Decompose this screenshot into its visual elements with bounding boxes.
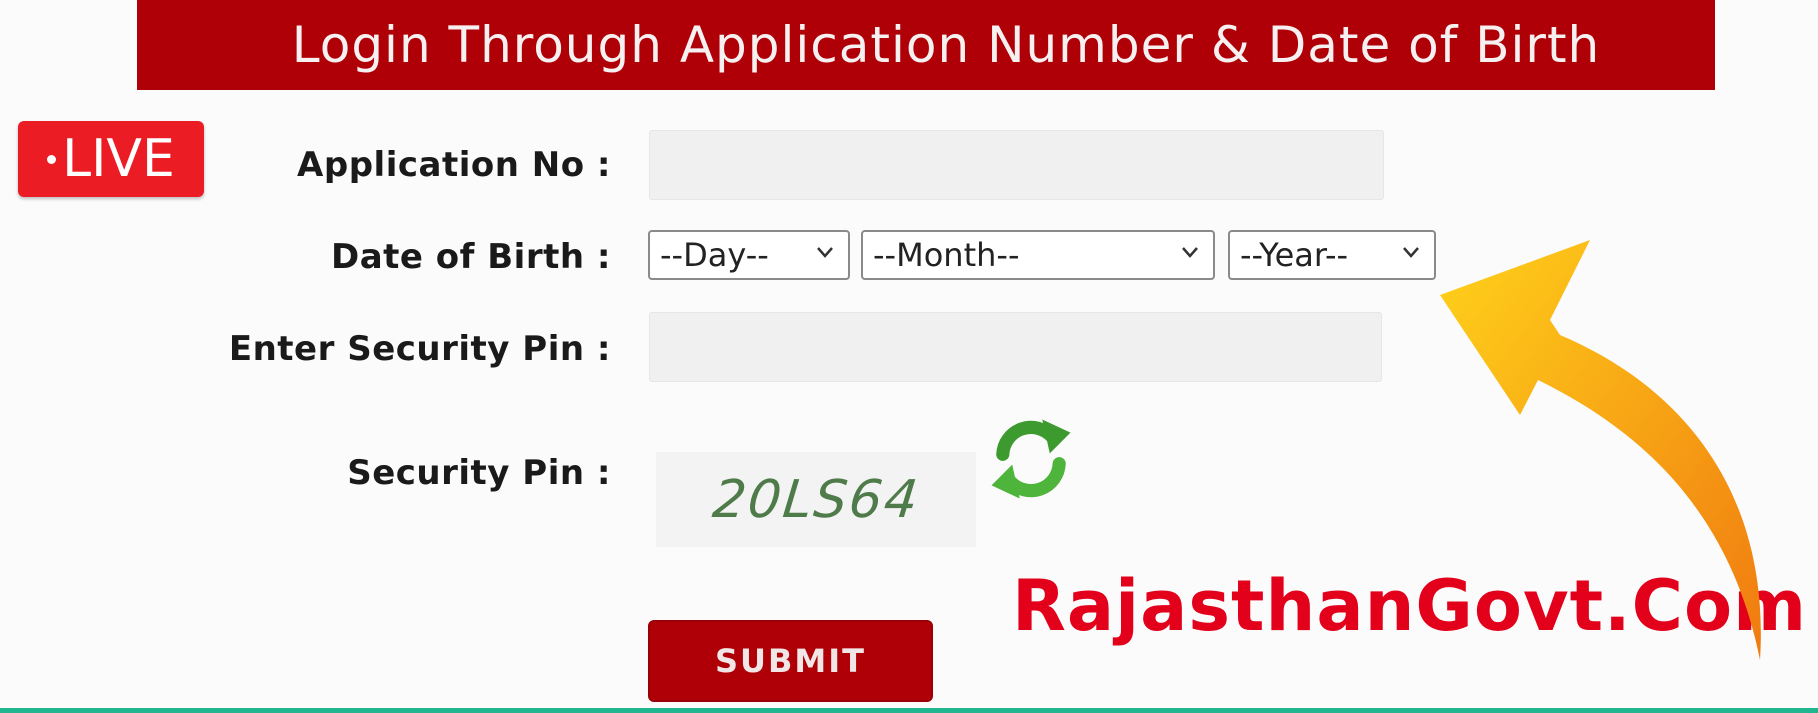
page-title: Login Through Application Number & Date … [291,16,1601,74]
bottom-border [0,708,1818,713]
captcha-image: 20LS64 [656,452,976,547]
day-select[interactable]: --Day-- [648,230,850,280]
live-dot-icon [47,154,57,164]
security-pin-input[interactable] [650,313,1381,381]
live-badge: LIVE [18,121,204,197]
security-pin-label: Security Pin : [347,453,611,493]
page-header: Login Through Application Number & Date … [137,0,1715,90]
application-no-field-wrap [649,130,1384,200]
chevron-down-icon [1182,247,1198,258]
refresh-icon[interactable] [984,412,1078,506]
chevron-down-icon [1403,247,1419,258]
month-select[interactable]: --Month-- [861,230,1215,280]
curved-arrow-icon [1440,240,1761,660]
captcha-text: 20LS64 [709,469,923,530]
application-no-input[interactable] [650,131,1383,199]
security-pin-field-wrap [649,312,1382,382]
enter-security-pin-label: Enter Security Pin : [228,329,611,369]
year-select-value: --Year-- [1240,236,1349,274]
submit-button[interactable]: SUBMIT [648,620,933,702]
application-no-label: Application No : [297,145,611,185]
day-select-value: --Day-- [660,236,769,274]
year-select[interactable]: --Year-- [1228,230,1436,280]
live-badge-label: LIVE [62,129,175,189]
dob-label: Date of Birth : [330,237,611,277]
month-select-value: --Month-- [873,236,1020,274]
chevron-down-icon [817,247,833,258]
